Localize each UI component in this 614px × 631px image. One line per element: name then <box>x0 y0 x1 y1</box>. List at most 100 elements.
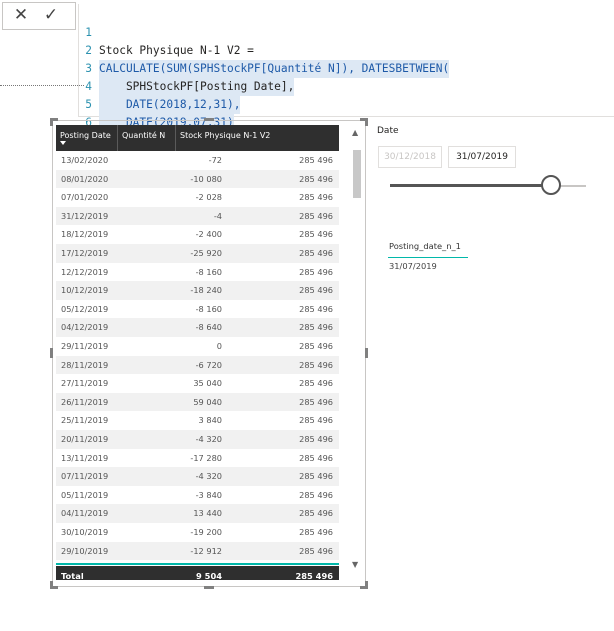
cell-quantite: 35 040 <box>193 378 222 389</box>
cell-quantite: 13 440 <box>193 508 222 519</box>
table-row[interactable]: 12/12/2019 -8 160 285 496 <box>56 263 339 282</box>
resize-handle[interactable] <box>365 118 368 126</box>
cell-stock: 285 496 <box>299 229 333 240</box>
cell-quantite: 59 040 <box>193 396 222 407</box>
table-row[interactable]: 28/11/2019 -6 720 285 496 <box>56 355 339 375</box>
cell-stock: 285 496 <box>299 285 333 296</box>
cell-stock: 285 496 <box>299 303 333 314</box>
formula-editor[interactable]: 1 Stock Physique N-1 V2 = 2 CALCULATE(SU… <box>78 4 614 150</box>
slider-handle[interactable] <box>540 175 561 195</box>
cell-stock: 285 496 <box>299 266 333 277</box>
table-row[interactable]: 08/01/2020 -10 080 285 496 <box>56 169 339 189</box>
card-underline <box>388 257 468 258</box>
cell-stock: 285 496 <box>299 322 333 333</box>
slider-fill <box>390 184 551 187</box>
table-row[interactable]: 10/12/2019 -18 240 285 496 <box>56 281 339 300</box>
cell-stock: 285 496 <box>299 545 333 556</box>
table-row[interactable]: 05/12/2019 -8 160 285 496 <box>56 300 339 319</box>
resize-handle[interactable] <box>50 118 53 126</box>
table-row[interactable]: 26/11/2019 59 040 285 496 <box>56 392 339 412</box>
total-separator <box>56 563 339 565</box>
column-header-posting-date[interactable]: Posting Date <box>56 125 118 151</box>
cell-posting-date: 04/12/2019 <box>61 322 109 333</box>
checkmark-icon[interactable]: ✓ <box>42 6 60 24</box>
table-row[interactable]: 30/10/2019 -19 200 285 496 <box>56 523 339 542</box>
cell-posting-date: 04/11/2019 <box>61 508 109 519</box>
vertical-scrollbar[interactable]: ▲ ▼ <box>351 124 363 582</box>
table-row[interactable]: 05/11/2019 -3 840 285 496 <box>56 486 339 505</box>
end-date-input[interactable]: 31/07/2019 <box>448 146 516 168</box>
slicer-title: Date <box>377 126 399 136</box>
cell-stock: 285 496 <box>299 452 333 463</box>
code-line: 1 Stock Physique N-1 V2 = <box>79 6 614 57</box>
scroll-up-icon[interactable]: ▲ <box>352 128 358 137</box>
table-row[interactable]: 29/10/2019 -12 912 285 496 <box>56 541 339 561</box>
cell-quantite: -6 720 <box>195 359 222 370</box>
posting-date-card[interactable]: Posting_date_n_1 31/07/2019 <box>388 238 488 274</box>
cell-stock: 285 496 <box>299 192 333 203</box>
resize-handle[interactable] <box>50 348 53 358</box>
table-row[interactable]: 18/12/2019 -2 400 285 496 <box>56 225 339 244</box>
resize-handle[interactable] <box>204 118 214 121</box>
table-row[interactable]: 04/11/2019 13 440 285 496 <box>56 504 339 523</box>
cell-quantite: -72 <box>208 155 222 165</box>
cell-stock: 285 496 <box>299 489 333 500</box>
date-slicer: Date 30/12/2018 31/07/2019 <box>372 122 614 212</box>
table-row[interactable]: 27/11/2019 35 040 285 496 <box>56 374 339 393</box>
cell-quantite: -2 028 <box>195 192 222 203</box>
table-row[interactable]: 20/11/2019 -4 320 285 496 <box>56 430 339 449</box>
total-stock: 285 496 <box>295 571 333 580</box>
cell-posting-date: 08/01/2020 <box>61 173 109 184</box>
resize-handle[interactable] <box>365 581 368 589</box>
cell-posting-date: 26/11/2019 <box>61 396 109 407</box>
cell-quantite: -8 160 <box>195 303 222 314</box>
cell-quantite: -17 280 <box>190 452 222 463</box>
table-row[interactable]: 13/02/2020 -72 285 496 <box>56 151 339 170</box>
cell-stock: 285 496 <box>299 378 333 389</box>
cell-quantite: 0 <box>216 341 222 351</box>
resize-handle[interactable] <box>204 586 214 589</box>
cell-quantite: -2 400 <box>195 229 222 240</box>
scroll-down-icon[interactable]: ▼ <box>352 560 358 569</box>
cell-posting-date: 10/12/2019 <box>61 285 109 296</box>
scroll-thumb[interactable] <box>353 150 361 198</box>
cell-quantite: -3 840 <box>195 489 222 500</box>
total-label: Total <box>61 571 84 580</box>
cell-stock: 285 496 <box>299 527 333 537</box>
cell-stock: 285 496 <box>299 471 333 482</box>
cell-posting-date: 31/12/2019 <box>61 210 109 221</box>
resize-handle[interactable] <box>365 348 368 358</box>
cell-quantite: -8 640 <box>195 322 222 333</box>
cell-stock: 285 496 <box>299 210 333 221</box>
table-total-row: Total 9 504 285 496 <box>56 566 339 580</box>
cell-quantite: -19 200 <box>190 527 222 537</box>
table-visual[interactable]: Posting Date Quantité N Stock Physique N… <box>50 118 368 589</box>
table-row[interactable]: 07/11/2019 -4 320 285 496 <box>56 467 339 486</box>
start-date-input[interactable]: 30/12/2018 <box>378 146 442 168</box>
cancel-icon[interactable]: ✕ <box>12 6 30 24</box>
table-row[interactable]: 17/12/2019 -25 920 285 496 <box>56 244 339 263</box>
table-row[interactable]: 25/11/2019 3 840 285 496 <box>56 411 339 430</box>
cell-posting-date: 07/01/2020 <box>61 192 109 203</box>
card-header: Posting_date_n_1 <box>389 241 461 251</box>
table-row[interactable]: 31/12/2019 -4 285 496 <box>56 206 339 226</box>
cell-posting-date: 18/12/2019 <box>61 229 109 240</box>
table-row[interactable]: 04/12/2019 -8 640 285 496 <box>56 318 339 337</box>
cell-stock: 285 496 <box>299 341 333 351</box>
column-header-label: Stock Physique N-1 V2 <box>180 131 271 140</box>
table-row[interactable]: 13/11/2019 -17 280 285 496 <box>56 449 339 468</box>
total-quantite: 9 504 <box>196 571 222 580</box>
scroll-track[interactable] <box>353 148 361 555</box>
code-line: 4 DATE(2018,12,31), <box>79 60 614 114</box>
cell-stock: 285 496 <box>299 173 333 184</box>
table-row[interactable]: 29/11/2019 0 285 496 <box>56 337 339 356</box>
cell-stock: 285 496 <box>299 396 333 407</box>
resize-handle[interactable] <box>50 581 53 589</box>
column-header-quantite[interactable]: Quantité N <box>118 125 176 151</box>
divider <box>0 85 84 86</box>
column-header-stock[interactable]: Stock Physique N-1 V2 <box>176 125 279 151</box>
table-row[interactable]: 07/01/2020 -2 028 285 496 <box>56 188 339 207</box>
cell-posting-date: 12/12/2019 <box>61 266 109 277</box>
cell-posting-date: 30/10/2019 <box>61 527 109 537</box>
cell-posting-date: 29/10/2019 <box>61 545 109 556</box>
